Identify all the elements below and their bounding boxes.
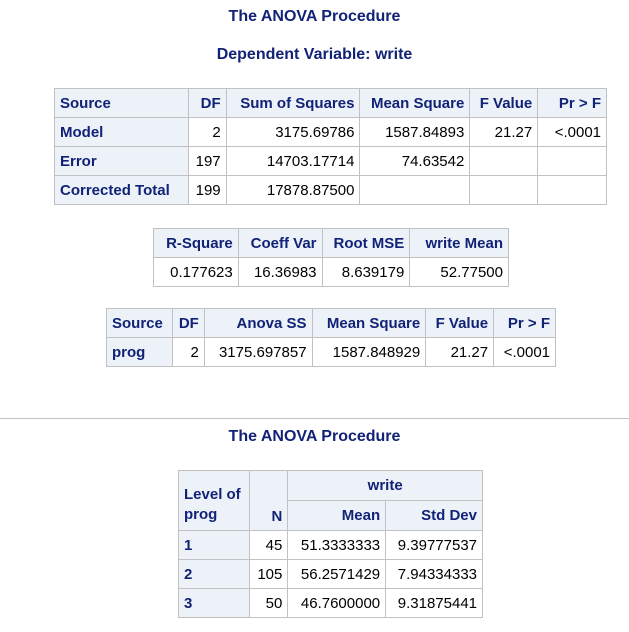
table-cell: 16.36983 <box>237 257 323 287</box>
column-header: Anova SS <box>203 308 313 338</box>
dependent-variable-title: Dependent Variable: write <box>216 46 413 63</box>
table-cell: 45 <box>249 530 289 560</box>
table-cell: 46.7600000 <box>287 588 387 618</box>
table-cell: 105 <box>249 559 289 589</box>
table-cell <box>469 146 539 176</box>
column-header: Root MSE <box>321 228 411 258</box>
column-header: Coeff Var <box>237 228 323 258</box>
table-row: 3 50 46.7600000 9.31875441 <box>177 588 483 618</box>
column-header: DF <box>171 308 205 338</box>
table-cell: 74.63542 <box>359 146 471 176</box>
table-row: Model 2 3175.69786 1587.84893 21.27 <.00… <box>54 117 607 147</box>
table-cell <box>359 175 471 205</box>
procedure-title: The ANOVA Procedure <box>228 8 401 25</box>
row-header: Corrected Total <box>54 175 189 205</box>
section-divider <box>0 418 629 419</box>
table-row: 0.177623 16.36983 8.639179 52.77500 <box>153 257 509 287</box>
table-cell: <.0001 <box>537 117 607 147</box>
table-cell: 0.177623 <box>153 257 239 287</box>
column-header: Source <box>54 88 189 118</box>
table-header-row: R-Square Coeff Var Root MSE write Mean <box>153 228 509 258</box>
fit-statistics-table: R-Square Coeff Var Root MSE write Mean 0… <box>153 228 509 287</box>
table-cell: 21.27 <box>469 117 539 147</box>
row-header: 2 <box>177 559 251 589</box>
column-header: Pr > F <box>537 88 607 118</box>
anova-table: Source DF Sum of Squares Mean Square F V… <box>54 88 607 205</box>
column-header: Mean Square <box>311 308 427 338</box>
table-row: 1 45 51.3333333 9.39777537 <box>177 530 483 560</box>
column-header: Mean Square <box>359 88 471 118</box>
column-header: R-Square <box>153 228 239 258</box>
row-header: 3 <box>177 588 251 618</box>
table-cell: 14703.17714 <box>225 146 361 176</box>
table-cell: 3175.69786 <box>225 117 361 147</box>
column-header: Pr > F <box>493 308 556 338</box>
table-cell: 9.31875441 <box>385 588 483 618</box>
row-header: 1 <box>177 530 251 560</box>
n-header: N <box>249 470 289 531</box>
table-cell <box>537 175 607 205</box>
table-cell: 3175.697857 <box>203 337 313 367</box>
table-cell: 51.3333333 <box>287 530 387 560</box>
table-cell <box>537 146 607 176</box>
column-header: Source <box>106 308 173 338</box>
table-cell: 8.639179 <box>321 257 411 287</box>
table-cell: 7.94334333 <box>385 559 483 589</box>
column-header: DF <box>187 88 227 118</box>
table-header-row: Level of prog N write <box>177 470 483 531</box>
column-header: Sum of Squares <box>225 88 361 118</box>
means-table: Level of prog N write Mean Std Dev 1 45 … <box>177 470 483 618</box>
table-cell: 21.27 <box>425 337 495 367</box>
row-header: Model <box>54 117 189 147</box>
table-cell: 2 <box>187 117 227 147</box>
table-cell: 197 <box>187 146 227 176</box>
table-cell: 199 <box>187 175 227 205</box>
table-row: Corrected Total 199 17878.87500 <box>54 175 607 205</box>
level-header: Level of prog <box>177 470 251 531</box>
group-header: write <box>287 470 483 501</box>
table-cell: 17878.87500 <box>225 175 361 205</box>
table-cell: 2 <box>171 337 205 367</box>
column-header: write Mean <box>409 228 509 258</box>
column-header: F Value <box>469 88 539 118</box>
table-cell <box>469 175 539 205</box>
table-cell: 56.2571429 <box>287 559 387 589</box>
table-cell: 50 <box>249 588 289 618</box>
column-header: Std Dev <box>385 500 483 531</box>
row-header: prog <box>106 337 173 367</box>
table-row: Error 197 14703.17714 74.63542 <box>54 146 607 176</box>
table-header-row: Source DF Anova SS Mean Square F Value P… <box>106 308 556 338</box>
anova-ss-table: Source DF Anova SS Mean Square F Value P… <box>106 308 556 367</box>
table-cell: 52.77500 <box>409 257 509 287</box>
table-cell: <.0001 <box>493 337 556 367</box>
row-header: Error <box>54 146 189 176</box>
procedure-title-2: The ANOVA Procedure <box>228 428 401 445</box>
table-cell: 9.39777537 <box>385 530 483 560</box>
table-cell: 1587.848929 <box>311 337 427 367</box>
table-row: 2 105 56.2571429 7.94334333 <box>177 559 483 589</box>
table-header-row: Source DF Sum of Squares Mean Square F V… <box>54 88 607 118</box>
table-cell: 1587.84893 <box>359 117 471 147</box>
table-row: prog 2 3175.697857 1587.848929 21.27 <.0… <box>106 337 556 367</box>
column-header: F Value <box>425 308 495 338</box>
column-header: Mean <box>287 500 387 531</box>
